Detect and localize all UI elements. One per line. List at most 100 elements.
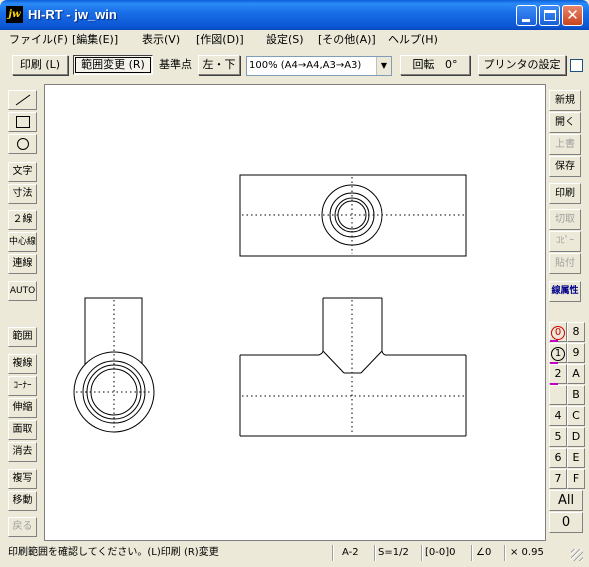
layer-button-c[interactable]: C	[567, 406, 585, 426]
status-angle: ∠0	[476, 547, 492, 558]
layer-label-1: 1	[551, 347, 565, 361]
resize-grip-icon[interactable]	[571, 549, 583, 561]
cut-button[interactable]: 切取	[549, 209, 581, 230]
text-tool[interactable]: 文字	[8, 162, 37, 182]
minimize-icon	[522, 19, 530, 22]
window-title: HI-RT - jw_win	[28, 7, 117, 22]
front-view	[239, 297, 467, 437]
title-bar: jw HI-RT - jw_win ✕	[0, 0, 589, 30]
layer-button-f[interactable]: F	[567, 469, 585, 489]
print-button[interactable]: 印刷	[549, 183, 581, 204]
chamfer-tool[interactable]: 面取	[8, 420, 37, 440]
layer-mark	[550, 383, 558, 385]
layer-button-4[interactable]: 4	[549, 406, 567, 426]
layer-button-3[interactable]	[549, 385, 567, 405]
status-divider	[374, 545, 376, 561]
layer-button-1[interactable]: 1	[549, 343, 567, 363]
layer-button-0[interactable]: 0	[549, 322, 567, 342]
range-change-button[interactable]: 範囲変更 (R)	[73, 55, 153, 75]
line-icon	[15, 94, 30, 106]
stretch-tool[interactable]: 伸縮	[8, 398, 37, 418]
base-point-button[interactable]: 左・下	[198, 55, 240, 75]
move-tool[interactable]: 移動	[8, 491, 37, 511]
layer-button-8[interactable]: 8	[567, 322, 585, 342]
status-divider	[421, 545, 423, 561]
layer-button-a[interactable]: A	[567, 364, 585, 384]
open-button[interactable]: 開く	[549, 112, 581, 133]
status-bar: 印刷範囲を確認してください。(L)印刷 (R)変更 A-2 S=1/2 [0-0…	[4, 543, 585, 563]
menu-edit[interactable]: [編集(E)]	[72, 32, 118, 48]
maximize-icon	[544, 10, 556, 21]
menu-other[interactable]: [その他(A)]	[318, 32, 376, 48]
top-view	[239, 174, 467, 257]
status-divider	[504, 545, 506, 561]
status-zoom: × 0.95	[510, 547, 544, 558]
line-tool[interactable]	[8, 90, 37, 110]
layer-button-6[interactable]: 6	[549, 448, 567, 468]
menu-draw[interactable]: [作図(D)]	[196, 32, 244, 48]
line-attribute-button[interactable]: 線属性	[549, 281, 581, 302]
close-icon: ✕	[566, 6, 579, 24]
status-divider	[332, 545, 334, 561]
side-view	[73, 297, 155, 433]
print-toolbar: 印刷 (L) 範囲変更 (R) 基準点 左・下 100% (A4→A4,A3→A…	[4, 52, 585, 80]
rectangle-icon	[15, 116, 30, 128]
scale-select[interactable]: 100% (A4→A4,A3→A3) ▼	[246, 56, 392, 76]
menu-view[interactable]: 表示(V)	[142, 32, 180, 48]
menu-help[interactable]: ヘルプ(H)	[388, 32, 438, 48]
copy-button[interactable]: ｺﾋﾟｰ	[549, 231, 581, 252]
centerline-tool[interactable]: 中心線	[8, 232, 37, 252]
rotate-button[interactable]: 回転 0°	[400, 55, 470, 75]
layer-button-5[interactable]: 5	[549, 427, 567, 447]
range-tool[interactable]: 範囲	[8, 327, 37, 347]
menu-settings[interactable]: 設定(S)	[266, 32, 304, 48]
rotate-value: 0°	[445, 58, 458, 71]
toolbar-checkbox[interactable]	[570, 59, 583, 72]
rect-tool[interactable]	[8, 112, 37, 132]
layer-mark	[550, 340, 558, 342]
double-line-tool[interactable]: ２線	[8, 210, 37, 230]
layer-button-e[interactable]: E	[567, 448, 585, 468]
duplicate-tool[interactable]: 複写	[8, 469, 37, 489]
menu-file[interactable]: ファイル(F)	[9, 32, 68, 48]
circle-icon	[16, 138, 29, 150]
copy-line-tool[interactable]: 複線	[8, 354, 37, 374]
continuous-line-tool[interactable]: 連線	[8, 254, 37, 274]
layer-all-button[interactable]: All	[549, 490, 583, 511]
layer-zero-button[interactable]: 0	[549, 512, 583, 533]
corner-tool[interactable]: ｺｰﾅｰ	[8, 376, 37, 396]
erase-tool[interactable]: 消去	[8, 442, 37, 462]
auto-tool[interactable]: AUTO	[8, 281, 37, 301]
layer-mark	[550, 362, 558, 364]
close-button[interactable]: ✕	[562, 5, 583, 26]
status-scale: S=1/2	[378, 547, 409, 558]
print-l-button[interactable]: 印刷 (L)	[12, 55, 68, 75]
layer-button-7[interactable]: 7	[549, 469, 567, 489]
save-button[interactable]: 保存	[549, 156, 581, 177]
new-button[interactable]: 新規	[549, 90, 581, 111]
overwrite-button[interactable]: 上書	[549, 134, 581, 155]
layer-label-0: 0	[551, 326, 565, 340]
drawing	[73, 174, 467, 437]
status-paper: A-2	[342, 547, 359, 558]
status-layer: [0-0]0	[425, 547, 456, 558]
rotate-label: 回転	[412, 58, 435, 71]
chevron-down-icon: ▼	[376, 57, 391, 75]
printer-settings-button[interactable]: プリンタの設定	[478, 55, 566, 75]
layer-button-2[interactable]: 2	[549, 364, 567, 384]
layer-button-b[interactable]: B	[567, 385, 585, 405]
status-message: 印刷範囲を確認してください。(L)印刷 (R)変更	[8, 547, 219, 558]
paste-button[interactable]: 貼付	[549, 253, 581, 274]
circle-tool[interactable]	[8, 134, 37, 154]
layer-button-d[interactable]: D	[567, 427, 585, 447]
drawing-canvas[interactable]	[44, 84, 546, 541]
minimize-button[interactable]	[516, 5, 537, 26]
base-point-label: 基準点	[159, 58, 192, 71]
undo-tool[interactable]: 戻る	[8, 517, 37, 537]
scale-select-value: 100% (A4→A4,A3→A3)	[249, 60, 362, 71]
dimension-tool[interactable]: 寸法	[8, 184, 37, 204]
layer-button-9[interactable]: 9	[567, 343, 585, 363]
maximize-button[interactable]	[539, 5, 560, 26]
app-icon: jw	[6, 6, 23, 23]
status-divider	[471, 545, 473, 561]
